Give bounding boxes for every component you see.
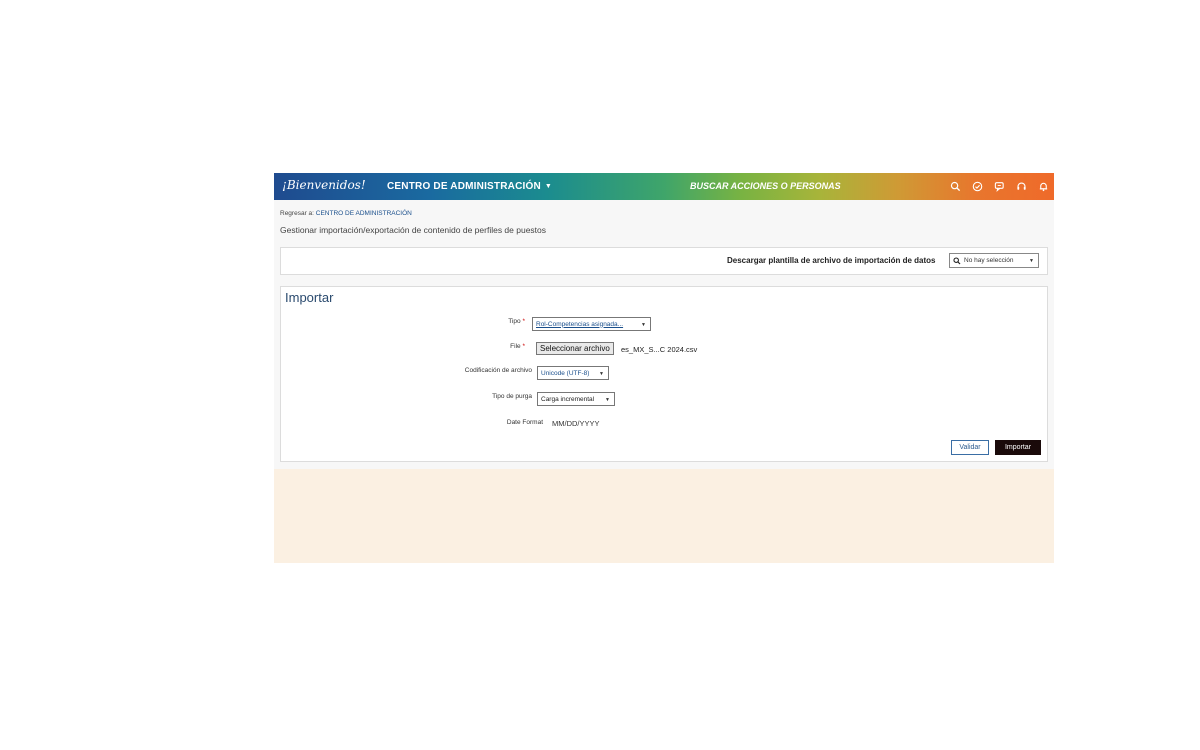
purge-type-select-value: Carga incremental — [541, 395, 595, 403]
download-template-panel: Descargar plantilla de archivo de import… — [280, 247, 1048, 275]
date-format-value: MM/DD/YYYY — [552, 419, 600, 428]
required-mark: * — [522, 343, 525, 350]
chevron-down-icon: ▼ — [1029, 258, 1034, 264]
headset-icon[interactable] — [1010, 173, 1032, 200]
tipo-label: Tipo * — [508, 318, 525, 325]
tipo-select-value: Rol-Competencias asignada... — [536, 320, 624, 328]
download-template-select-value: No hay selección — [964, 257, 1014, 264]
chat-icon[interactable] — [988, 173, 1010, 200]
breadcrumb-link[interactable]: CENTRO DE ADMINISTRACIÓN — [316, 210, 412, 217]
purge-type-select[interactable]: Carga incremental ▼ — [537, 392, 615, 406]
welcome-logo[interactable]: ¡Bienvenidos! — [282, 178, 366, 192]
chevron-down-icon: ▼ — [605, 397, 610, 403]
download-template-label: Descargar plantilla de archivo de import… — [727, 256, 936, 265]
bell-icon[interactable] — [1032, 173, 1054, 200]
module-name: CENTRO DE ADMINISTRACIÓN — [387, 181, 541, 192]
module-switcher[interactable]: CENTRO DE ADMINISTRACIÓN ▼ — [387, 181, 552, 192]
select-file-button[interactable]: Seleccionar archivo — [536, 342, 614, 355]
file-label: File * — [510, 343, 525, 350]
required-mark: * — [522, 318, 525, 325]
encoding-select[interactable]: Unicode (UTF-8) ▼ — [537, 366, 609, 380]
file-label-text: File — [510, 343, 521, 350]
empty-content-area — [274, 469, 1054, 563]
chevron-down-icon: ▼ — [641, 322, 646, 328]
top-navigation-bar: ¡Bienvenidos! CENTRO DE ADMINISTRACIÓN ▼ … — [274, 173, 1054, 200]
breadcrumb: Regresar a: CENTRO DE ADMINISTRACIÓN — [280, 210, 412, 217]
page-title: Gestionar importación/exportación de con… — [280, 225, 547, 235]
chevron-down-icon: ▼ — [599, 371, 604, 377]
header-icons — [944, 173, 1054, 200]
search-icon — [953, 256, 961, 264]
import-button[interactable]: Importar — [995, 440, 1041, 455]
global-search[interactable]: BUSCAR ACCIONES O PERSONAS — [690, 181, 841, 191]
encoding-label: Codificación de archivo — [464, 367, 532, 374]
search-icon[interactable] — [944, 173, 966, 200]
date-format-label: Date Format — [506, 419, 543, 426]
import-section-title: Importar — [285, 290, 334, 305]
encoding-select-value: Unicode (UTF-8) — [541, 369, 590, 377]
purge-type-label: Tipo de purga — [492, 393, 532, 400]
tipo-label-text: Tipo — [508, 318, 521, 325]
import-panel: Importar Tipo * Rol-Competencias asignad… — [280, 286, 1048, 462]
chevron-down-icon: ▼ — [544, 183, 553, 190]
download-template-select[interactable]: No hay selección ▼ — [949, 253, 1039, 268]
validate-button[interactable]: Validar — [951, 440, 989, 455]
app-window: ¡Bienvenidos! CENTRO DE ADMINISTRACIÓN ▼ … — [274, 173, 1054, 563]
check-circle-icon[interactable] — [966, 173, 988, 200]
selected-file-name: es_MX_S...C 2024.csv — [621, 345, 698, 354]
breadcrumb-prefix: Regresar a: — [280, 210, 316, 217]
tipo-select[interactable]: Rol-Competencias asignada... ▼ — [532, 317, 651, 331]
